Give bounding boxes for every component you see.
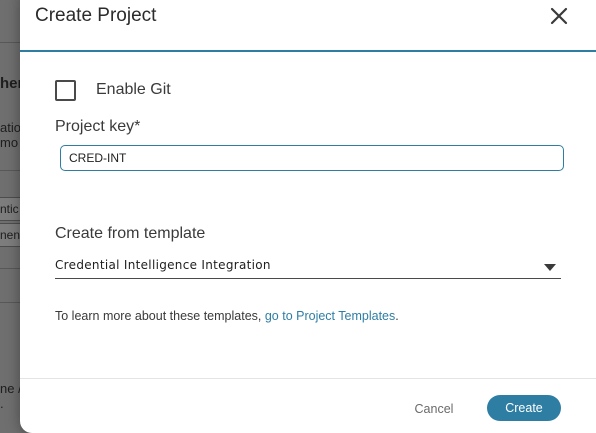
close-icon (550, 7, 568, 25)
close-button[interactable] (548, 5, 570, 27)
create-project-dialog: Create Project Enable Git Project key* C… (20, 0, 596, 433)
template-select-value: Credential Intelligence Integration (55, 258, 271, 272)
help-text-prefix: To learn more about these templates, (55, 309, 265, 323)
project-key-input[interactable] (60, 145, 564, 171)
caret-down-icon (544, 264, 556, 271)
dialog-header: Create Project (20, 0, 596, 52)
dialog-footer-divider (20, 378, 596, 379)
project-key-label: Project key* (55, 118, 141, 135)
dialog-title: Create Project (35, 5, 157, 26)
create-button[interactable]: Create (487, 395, 561, 421)
template-help-text: To learn more about these templates, go … (55, 309, 399, 323)
template-select[interactable]: Credential Intelligence Integration (55, 256, 561, 279)
template-label: Create from template (55, 225, 206, 242)
cancel-button[interactable]: Cancel (400, 396, 468, 421)
enable-git-checkbox[interactable] (55, 80, 76, 101)
project-templates-link[interactable]: go to Project Templates (265, 309, 395, 323)
help-text-suffix: . (395, 309, 399, 323)
enable-git-label: Enable Git (96, 81, 171, 98)
